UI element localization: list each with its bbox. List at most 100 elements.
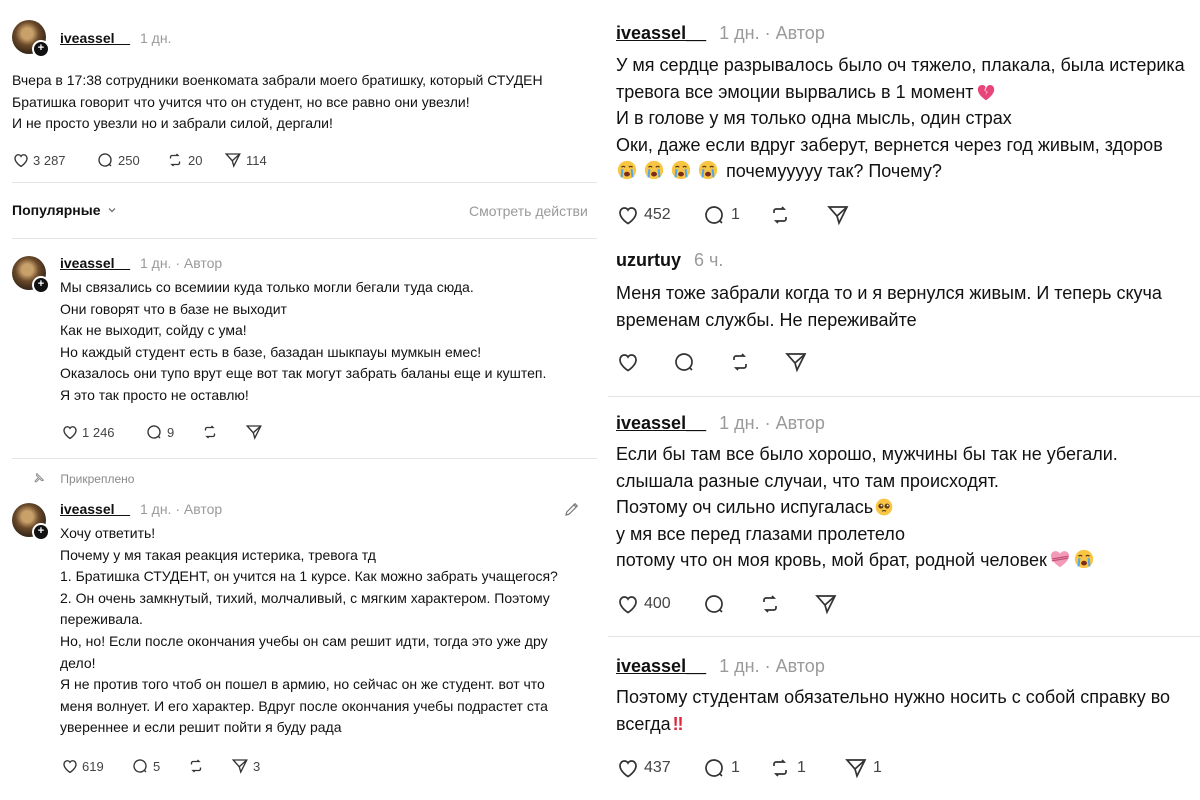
- repost-button[interactable]: [187, 757, 231, 775]
- sort-dropdown[interactable]: Популярные: [12, 202, 117, 218]
- heart-icon: [619, 354, 637, 372]
- text-fragment: Поэтому оч сильно испугалась: [616, 497, 874, 517]
- username[interactable]: iveassel__: [616, 23, 706, 43]
- share-button[interactable]: [814, 592, 838, 616]
- crying-face-icon: [617, 160, 637, 180]
- like-button[interactable]: 3 287: [12, 151, 96, 169]
- text-line: У мя сердце разрывалось было оч тяжело, …: [616, 55, 1185, 75]
- comment-icon: [705, 759, 723, 777]
- follow-plus-icon[interactable]: +: [32, 523, 50, 541]
- comment-icon: [98, 153, 112, 167]
- heart-icon: [619, 760, 637, 778]
- like-button[interactable]: 437: [616, 756, 702, 780]
- text-line: Как не выходит, сойду с ума!: [60, 322, 247, 339]
- avatar[interactable]: +: [12, 503, 50, 541]
- comment-count: 1: [731, 206, 740, 223]
- share-button[interactable]: [784, 350, 808, 374]
- text-fragment: всегда: [616, 713, 671, 734]
- avatar[interactable]: +: [12, 20, 50, 58]
- follow-plus-icon[interactable]: +: [32, 40, 50, 58]
- reply-actions: 437 1 1 1: [616, 756, 882, 780]
- comment-icon: [675, 353, 693, 371]
- text-line: Я это так просто не оставлю!: [60, 386, 249, 403]
- comment-button[interactable]: [702, 592, 758, 616]
- repost-button[interactable]: [758, 592, 814, 616]
- text-line: Но, но! Если после окончания учебы он са…: [60, 632, 548, 649]
- reply-actions: 619 5 3: [61, 757, 260, 775]
- pinned-indicator: Прикреплено: [32, 472, 134, 486]
- comment-button[interactable]: 1: [702, 756, 768, 780]
- left-thread-column: + iveassel__ 1 дн. Вчера в 17:38 сотрудн…: [0, 0, 597, 800]
- comment-button[interactable]: 250: [96, 151, 166, 169]
- username[interactable]: iveassel__: [60, 30, 130, 46]
- comment-button[interactable]: 1: [702, 203, 768, 227]
- text-line: Вчера в 17:38 сотрудники военкомата забр…: [12, 72, 543, 88]
- share-button[interactable]: 3: [231, 757, 260, 775]
- like-count: 619: [82, 758, 104, 774]
- repost-button[interactable]: 20: [166, 151, 224, 169]
- text-line: всегда ‼: [616, 711, 1170, 738]
- text-line: Оки, даже если вдруг заберут, вернется ч…: [616, 134, 1163, 155]
- edit-button[interactable]: [563, 500, 581, 523]
- text-line: увереннее и если решит пойти я буду рада: [60, 719, 342, 736]
- text-line: Мы связались со всемиии куда только могл…: [60, 279, 474, 295]
- text-line: потому что он моя кровь, мой брат, родно…: [616, 547, 1118, 574]
- text-line: Они говорят что в базе не выходит: [60, 300, 287, 317]
- share-button[interactable]: [826, 203, 850, 227]
- post-time: 1 дн.: [139, 501, 172, 517]
- divider: [608, 396, 1200, 397]
- like-button[interactable]: [616, 350, 672, 374]
- username[interactable]: iveassel__: [60, 255, 130, 271]
- repost-button[interactable]: [728, 350, 784, 374]
- text-fragment: тревога все эмоции вырвались в 1 момент: [616, 81, 974, 102]
- text-line: переживала.: [60, 611, 143, 628]
- like-count: 437: [644, 759, 671, 776]
- comment-button[interactable]: 9: [145, 423, 201, 441]
- username[interactable]: iveassel__: [60, 501, 130, 517]
- repost-button[interactable]: [201, 423, 245, 441]
- share-button[interactable]: 114: [224, 151, 267, 169]
- share-button[interactable]: 1: [844, 756, 882, 780]
- username[interactable]: uzurtuy: [616, 250, 681, 270]
- divider: [12, 238, 597, 239]
- text-line: Меня тоже забрали когда то и я вернулся …: [616, 283, 1162, 303]
- repost-button[interactable]: [768, 203, 826, 227]
- repost-button[interactable]: 1: [768, 756, 844, 780]
- post-time: 1 дн.: [139, 255, 172, 271]
- post-time: 1 дн.: [719, 413, 760, 433]
- reply-header: iveassel__ 1 дн. · Автор: [616, 23, 825, 43]
- avatar[interactable]: +: [12, 256, 50, 294]
- author-badge: Автор: [775, 656, 825, 676]
- repost-icon: [169, 153, 181, 167]
- repost-count: 1: [797, 759, 806, 776]
- like-button[interactable]: 619: [61, 757, 131, 775]
- repost-icon: [763, 595, 777, 613]
- sort-label: Популярные: [12, 202, 101, 218]
- view-activity-link[interactable]: Смотреть действи: [469, 203, 588, 219]
- like-button[interactable]: 400: [616, 592, 702, 616]
- heart-icon: [619, 596, 637, 614]
- comment-button[interactable]: 5: [131, 757, 187, 775]
- heart-icon: [63, 426, 77, 440]
- like-button[interactable]: 452: [616, 203, 702, 227]
- username[interactable]: iveassel__: [616, 413, 706, 433]
- text-line: Оказалось они тупо врут еще вот так могу…: [60, 365, 547, 382]
- follow-plus-icon[interactable]: +: [32, 276, 50, 294]
- text-fragment: почемуyyyy так? Почему?: [726, 161, 942, 181]
- pin-icon: [34, 472, 45, 483]
- pinned-label: Прикреплено: [60, 472, 135, 486]
- text-line: И в голове у мя только одна мысль, один …: [616, 108, 1012, 128]
- comment-count: 5: [153, 758, 161, 774]
- author-badge: Автор: [775, 23, 825, 43]
- share-button[interactable]: [245, 423, 263, 441]
- text-line: Поэтому оч сильно испугалась: [616, 494, 1118, 521]
- comment-button[interactable]: [672, 350, 728, 374]
- chevron-down-icon: [108, 208, 116, 213]
- comment-icon: [705, 595, 723, 613]
- username[interactable]: iveassel__: [616, 656, 706, 676]
- like-button[interactable]: 1 246: [61, 423, 145, 441]
- like-count: 400: [644, 595, 671, 612]
- reply-header: uzurtuy 6 ч.: [616, 250, 723, 271]
- text-line: Почему у мя такая реакция истерика, трев…: [60, 546, 376, 563]
- reply-actions: 452 1: [616, 203, 850, 227]
